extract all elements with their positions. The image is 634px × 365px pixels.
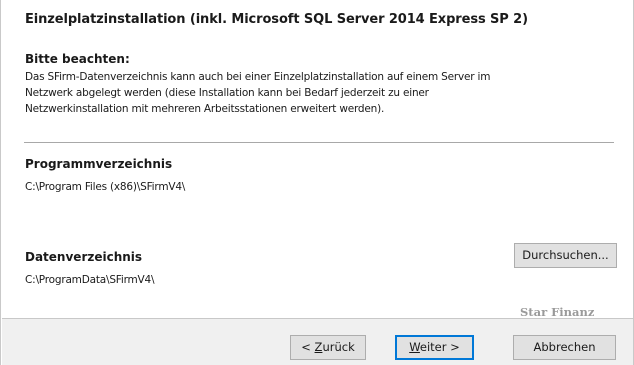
notice-line: Netzwerkinstallation mit mehreren Arbeit… [25,103,385,115]
section-divider [24,142,614,144]
back-button[interactable]: < Zurück [290,335,366,360]
installer-window: Einzelplatzinstallation (inkl. Microsoft… [0,0,634,365]
back-button-suffix: urück [322,340,355,354]
cancel-button[interactable]: Abbrechen [513,335,616,360]
data-dir-path: C:\ProgramData\SFirmV4\ [25,274,155,286]
next-button-accelerator: W [409,340,420,354]
data-dir-label: Datenverzeichnis [25,250,143,264]
brand-label: Star Finanz [520,305,595,319]
back-button-prefix: < [301,340,315,354]
program-dir-label: Programmverzeichnis [25,157,173,171]
next-button-suffix: eiter > [419,340,460,354]
next-button[interactable]: Weiter > [395,335,474,360]
notice-heading: Bitte beachten: [25,52,130,66]
program-dir-path: C:\Program Files (x86)\SFirmV4\ [25,181,186,193]
dialog-title: Einzelplatzinstallation (inkl. Microsoft… [25,12,528,27]
browse-button[interactable]: Durchsuchen... [514,243,617,268]
notice-line: Netzwerk abgelegt werden (diese Installa… [25,87,429,99]
content-area: Einzelplatzinstallation (inkl. Microsoft… [2,0,633,319]
notice-text: Das SFirm-Datenverzeichnis kann auch bei… [25,69,615,117]
notice-line: Das SFirm-Datenverzeichnis kann auch bei… [25,71,491,83]
